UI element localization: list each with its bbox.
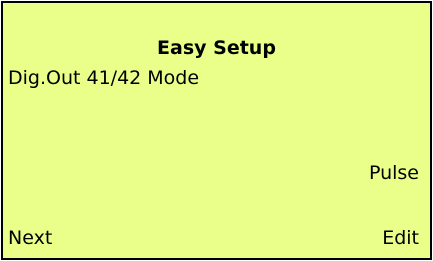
parameter-value: Pulse	[368, 162, 419, 184]
edit-softkey-button[interactable]: Edit	[382, 226, 419, 250]
lcd-display: Easy Setup Dig.Out 41/42 Mode Pulse Next…	[1, 1, 432, 260]
next-softkey-button[interactable]: Next	[8, 226, 52, 250]
screen-title: Easy Setup	[157, 37, 276, 59]
parameter-name: Dig.Out 41/42 Mode	[8, 67, 200, 89]
